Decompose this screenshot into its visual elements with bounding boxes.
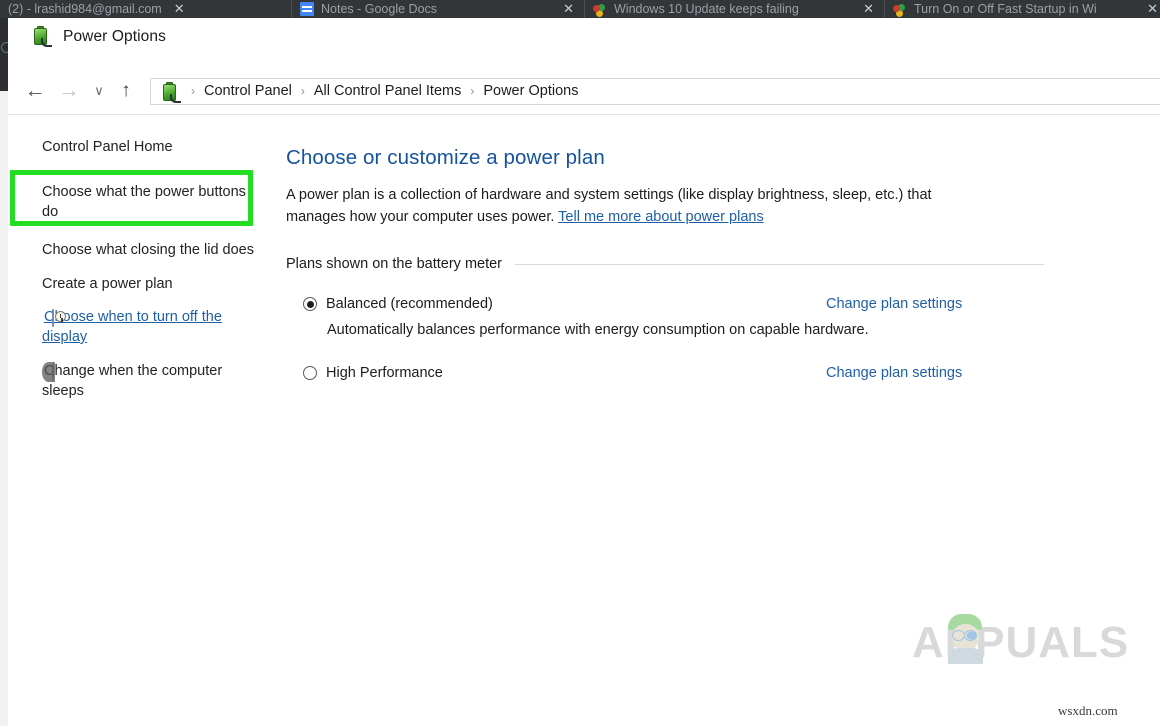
google-docs-icon xyxy=(300,2,314,16)
appuals-watermark: APPUALS xyxy=(912,613,1122,673)
navigation-bar: ← → ∨ ↑ › Control Panel › All Control Pa… xyxy=(8,68,1160,114)
watermark-brand: APPUALS xyxy=(912,621,1129,665)
window-title-bar: Power Options xyxy=(8,18,1160,55)
close-icon[interactable]: ✕ xyxy=(1147,1,1158,17)
main-content: Choose or customize a power plan A power… xyxy=(286,115,1046,383)
power-plan-name: High Performance xyxy=(326,363,443,383)
sidebar-item-choose-what-the-power-buttons-do[interactable]: Choose what the power buttons do xyxy=(8,182,278,222)
power-battery-icon xyxy=(159,83,178,100)
breadcrumb-separator: › xyxy=(301,84,305,98)
sidebar-item-label: Choose what the power buttons do xyxy=(42,184,246,220)
moon-sleep-icon xyxy=(52,363,54,381)
browser-tab-title: (2) - lrashid984@gmail.com xyxy=(8,2,162,16)
sidebar-item-create-a-power-plan[interactable]: Create a power plan xyxy=(8,274,278,294)
change-plan-settings-balanced-link[interactable]: Change plan settings xyxy=(826,294,962,314)
change-plan-settings-high-performance-link[interactable]: Change plan settings xyxy=(826,363,962,383)
breadcrumb-separator: › xyxy=(470,84,474,98)
source-site-label: wsxdn.com xyxy=(1058,703,1118,719)
power-plan-name: Balanced (recommended) xyxy=(326,294,493,314)
power-battery-icon xyxy=(30,27,52,46)
power-plan-high-performance-option[interactable]: High Performance xyxy=(286,363,826,383)
people-icon xyxy=(593,2,607,16)
radio-high-performance[interactable] xyxy=(303,366,317,380)
close-icon[interactable]: ✕ xyxy=(174,1,185,17)
sidebar-item-label: Change when the computer sleeps xyxy=(42,363,222,399)
breadcrumb-item-all-control-panel-items[interactable]: All Control Panel Items xyxy=(314,83,461,99)
people-icon xyxy=(893,2,907,16)
tell-me-more-link[interactable]: Tell me more about power plans xyxy=(558,209,764,225)
browser-tab[interactable]: Windows 10 Update keeps failing ✕ xyxy=(584,0,884,18)
appuals-mascot-icon xyxy=(946,614,986,662)
up-button[interactable]: ↑ xyxy=(112,76,140,106)
forward-button[interactable]: → xyxy=(52,76,86,106)
sidebar-item-choose-what-closing-the-lid-does[interactable]: Choose what closing the lid does xyxy=(8,240,278,260)
page-title: Choose or customize a power plan xyxy=(286,146,1046,170)
sidebar-item-choose-when-to-turn-off-the-display[interactable]: Choose when to turn off the display xyxy=(8,307,278,347)
breadcrumb[interactable]: › Control Panel › All Control Panel Item… xyxy=(150,78,1160,105)
browser-tab-title: Notes - Google Docs xyxy=(321,2,437,16)
sidebar-item-label: Choose when to turn off the display xyxy=(42,309,222,345)
plans-group-header: Plans shown on the battery meter xyxy=(286,256,1046,272)
power-plan-balanced-option[interactable]: Balanced (recommended) xyxy=(286,294,826,314)
window-title: Power Options xyxy=(63,28,166,46)
page-description: A power plan is a collection of hardware… xyxy=(286,184,976,228)
sidebar-item-change-when-the-computer-sleeps[interactable]: Change when the computer sleeps xyxy=(8,361,278,401)
display-clock-icon xyxy=(52,309,54,327)
power-plan-description: Automatically balances performance with … xyxy=(327,320,1046,340)
back-button[interactable]: ← xyxy=(18,76,52,106)
browser-tab-strip: (2) - lrashid984@gmail.com ✕ Notes - Goo… xyxy=(0,0,1160,18)
radio-balanced[interactable] xyxy=(303,297,317,311)
recent-locations-button[interactable]: ∨ xyxy=(86,76,112,106)
power-plan-row: Balanced (recommended) Change plan setti… xyxy=(286,294,1046,314)
sidebar-item-control-panel-home[interactable]: Control Panel Home xyxy=(8,137,278,157)
browser-tab-title: Windows 10 Update keeps failing xyxy=(614,2,799,16)
browser-tab-title: Turn On or Off Fast Startup in Wi xyxy=(914,2,1097,16)
sidebar: Control Panel Home Choose what the power… xyxy=(8,115,278,415)
breadcrumb-item-control-panel[interactable]: Control Panel xyxy=(204,83,292,99)
sidebar-item-label: Control Panel Home xyxy=(42,139,173,155)
browser-tab[interactable]: Turn On or Off Fast Startup in Wi ✕ xyxy=(884,0,1160,18)
breadcrumb-separator: › xyxy=(191,84,195,98)
power-plan-row: High Performance Change plan settings xyxy=(286,363,1046,383)
group-divider xyxy=(515,264,1044,265)
sidebar-item-label: Choose what closing the lid does xyxy=(42,242,254,258)
plans-group-label: Plans shown on the battery meter xyxy=(286,256,502,272)
breadcrumb-item-power-options[interactable]: Power Options xyxy=(483,83,578,99)
browser-window-edge xyxy=(0,18,8,91)
close-icon[interactable]: ✕ xyxy=(563,1,574,17)
close-icon[interactable]: ✕ xyxy=(863,1,874,17)
browser-tab[interactable]: (2) - lrashid984@gmail.com ✕ xyxy=(0,0,291,18)
sidebar-item-label: Create a power plan xyxy=(42,276,173,292)
browser-tab[interactable]: Notes - Google Docs ✕ xyxy=(291,0,584,18)
